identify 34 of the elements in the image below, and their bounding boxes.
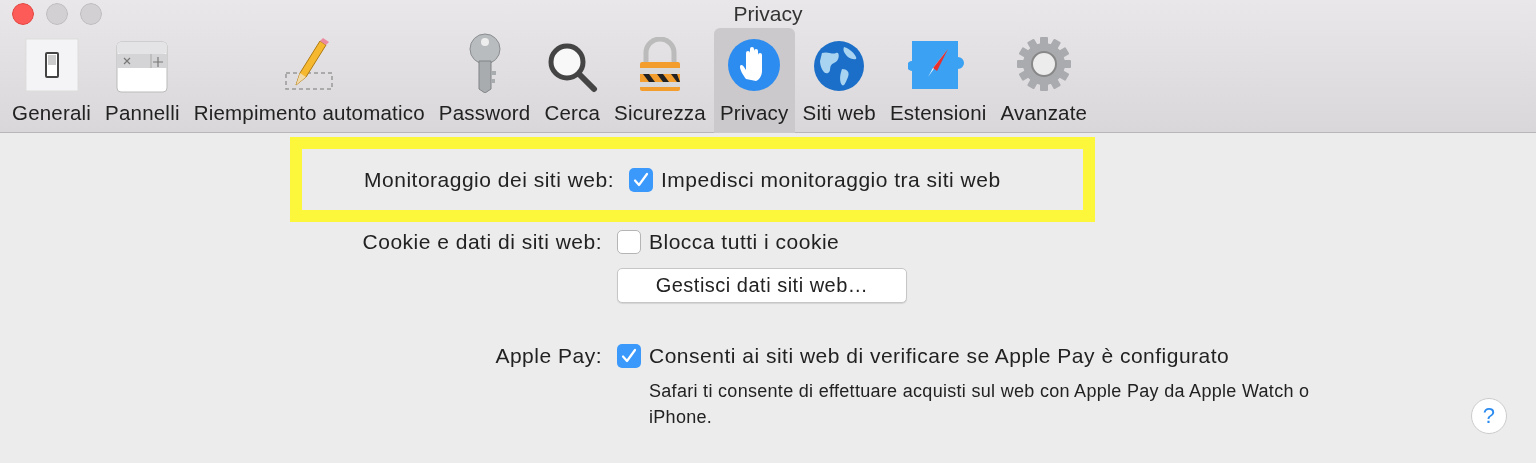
zoom-icon[interactable]	[80, 3, 102, 25]
pencil-icon	[284, 37, 335, 93]
toolbar-tab[interactable]: Password	[432, 28, 537, 133]
setting-label: Monitoraggio dei siti web:	[363, 167, 615, 192]
gear-icon	[1014, 35, 1073, 93]
checkbox[interactable]	[617, 230, 641, 254]
toolbar-tab[interactable]: Siti web	[796, 28, 882, 133]
help-button[interactable]: ?	[1471, 398, 1507, 434]
checkbox-label: Consenti ai siti web di verificare se Apple Pay è configurato	[649, 344, 1230, 368]
setting-label: Apple Pay:	[494, 344, 603, 368]
toolbar-tab[interactable]: Pannelli	[99, 28, 186, 133]
toolbar-tab[interactable]: Privacy	[713, 28, 795, 133]
checkbox[interactable]	[617, 344, 641, 368]
manage-data-button[interactable]: Gestisci dati siti web…	[617, 268, 907, 303]
window-title: Privacy	[733, 2, 803, 26]
toolbar-tab[interactable]: Riempimento automatico	[187, 28, 431, 133]
search-icon	[546, 41, 599, 93]
close-icon[interactable]	[12, 3, 34, 25]
description-text: Safari ti consente di effettuare acquisti sul web con Apple Pay da Apple Watch o iPhone.	[649, 380, 1311, 429]
toolbar-tab[interactable]: Cerca	[538, 28, 607, 133]
hand-icon	[726, 37, 783, 93]
minimize-icon[interactable]	[46, 3, 68, 25]
toolbar-tab[interactable]: Estensioni	[883, 28, 993, 133]
globe-icon	[812, 39, 867, 93]
panels-icon	[116, 41, 169, 93]
switch-icon	[23, 37, 80, 93]
setting-label: Cookie e dati di siti web:	[361, 230, 603, 254]
toolbar-tab[interactable]: Sicurezza	[608, 28, 712, 133]
lock-icon	[637, 37, 683, 93]
checkbox-label: Blocca tutti i cookie	[649, 230, 840, 254]
checkbox-label: Impedisci monitoraggio tra siti web	[661, 167, 1001, 192]
checkbox[interactable]	[629, 167, 653, 192]
toolbar-tab[interactable]: Generali	[6, 28, 98, 133]
toolbar-tab[interactable]: Avanzate	[994, 28, 1094, 133]
